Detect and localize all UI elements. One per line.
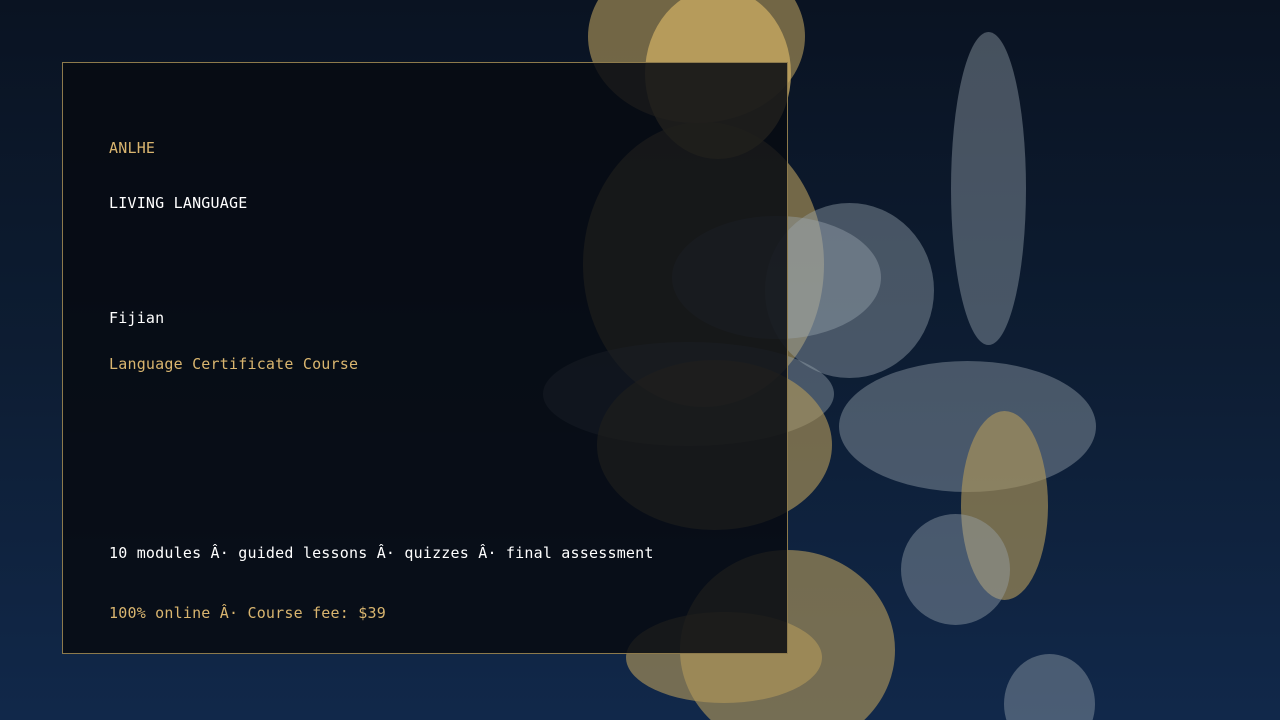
course-language: Fijian bbox=[109, 309, 165, 327]
bokeh-ellipse bbox=[951, 32, 1026, 345]
course-card: ANLHE LIVING LANGUAGE Fijian Language Ce… bbox=[62, 62, 788, 654]
course-pricing: 100% online Â· Course fee: $39 bbox=[109, 604, 386, 622]
course-details: 10 modules Â· guided lessons Â· quizzes … bbox=[109, 544, 654, 562]
bokeh-ellipse bbox=[901, 514, 1010, 625]
bokeh-ellipse bbox=[1004, 654, 1095, 720]
brand-name: ANLHE bbox=[109, 139, 156, 157]
tagline: LIVING LANGUAGE bbox=[109, 194, 248, 212]
bokeh-ellipse bbox=[765, 203, 934, 378]
course-type: Language Certificate Course bbox=[109, 355, 359, 373]
